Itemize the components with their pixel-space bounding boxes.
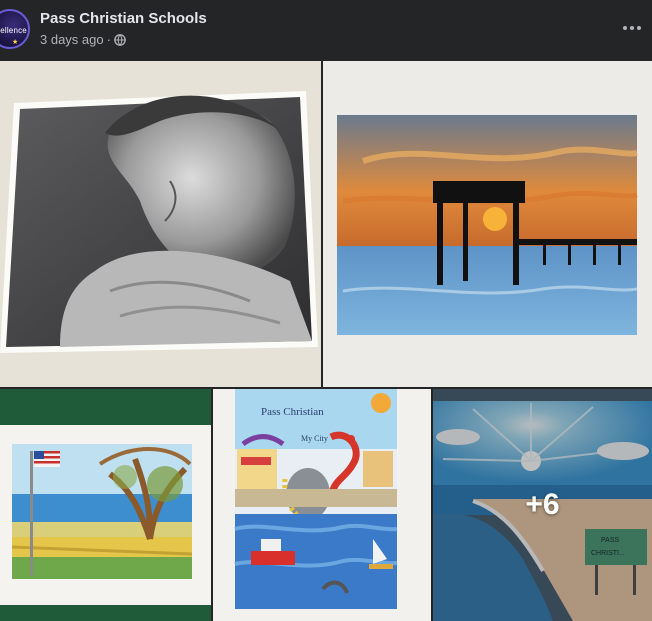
photo-tile-sunset-pier[interactable] [323, 61, 652, 387]
landscape-artwork [0, 389, 211, 621]
photo-tile-portrait[interactable] [0, 61, 321, 387]
more-photos-overlay[interactable]: +6 [433, 389, 652, 621]
more-dots-icon [623, 26, 627, 30]
photo-tile-flag-landscape[interactable] [0, 389, 211, 621]
artwork-city-subtitle: My City [301, 434, 328, 443]
post-meta: 3 days ago · [40, 32, 126, 47]
avatar-text: cellence [0, 26, 27, 35]
post-header: cellence ★ Pass Christian Schools 3 days… [0, 0, 652, 60]
portrait-artwork [0, 61, 321, 387]
city-artwork: Pass Christian My City [213, 389, 431, 621]
post-timestamp[interactable]: 3 days ago [40, 32, 104, 47]
artwork-city-title: Pass Christian [261, 406, 324, 418]
page-name-link[interactable]: Pass Christian Schools [40, 10, 207, 27]
photo-tile-city-collage[interactable]: Pass Christian My City [213, 389, 431, 621]
sunset-artwork [323, 61, 652, 387]
star-icon: ★ [12, 39, 19, 46]
photo-tile-beach[interactable]: PASS CHRISTI... +6 [433, 389, 652, 621]
globe-icon[interactable] [114, 33, 126, 46]
avatar[interactable]: cellence ★ [0, 7, 32, 49]
meta-separator: · [106, 32, 111, 47]
more-options-button[interactable] [618, 18, 646, 38]
more-photos-count: +6 [525, 488, 560, 521]
